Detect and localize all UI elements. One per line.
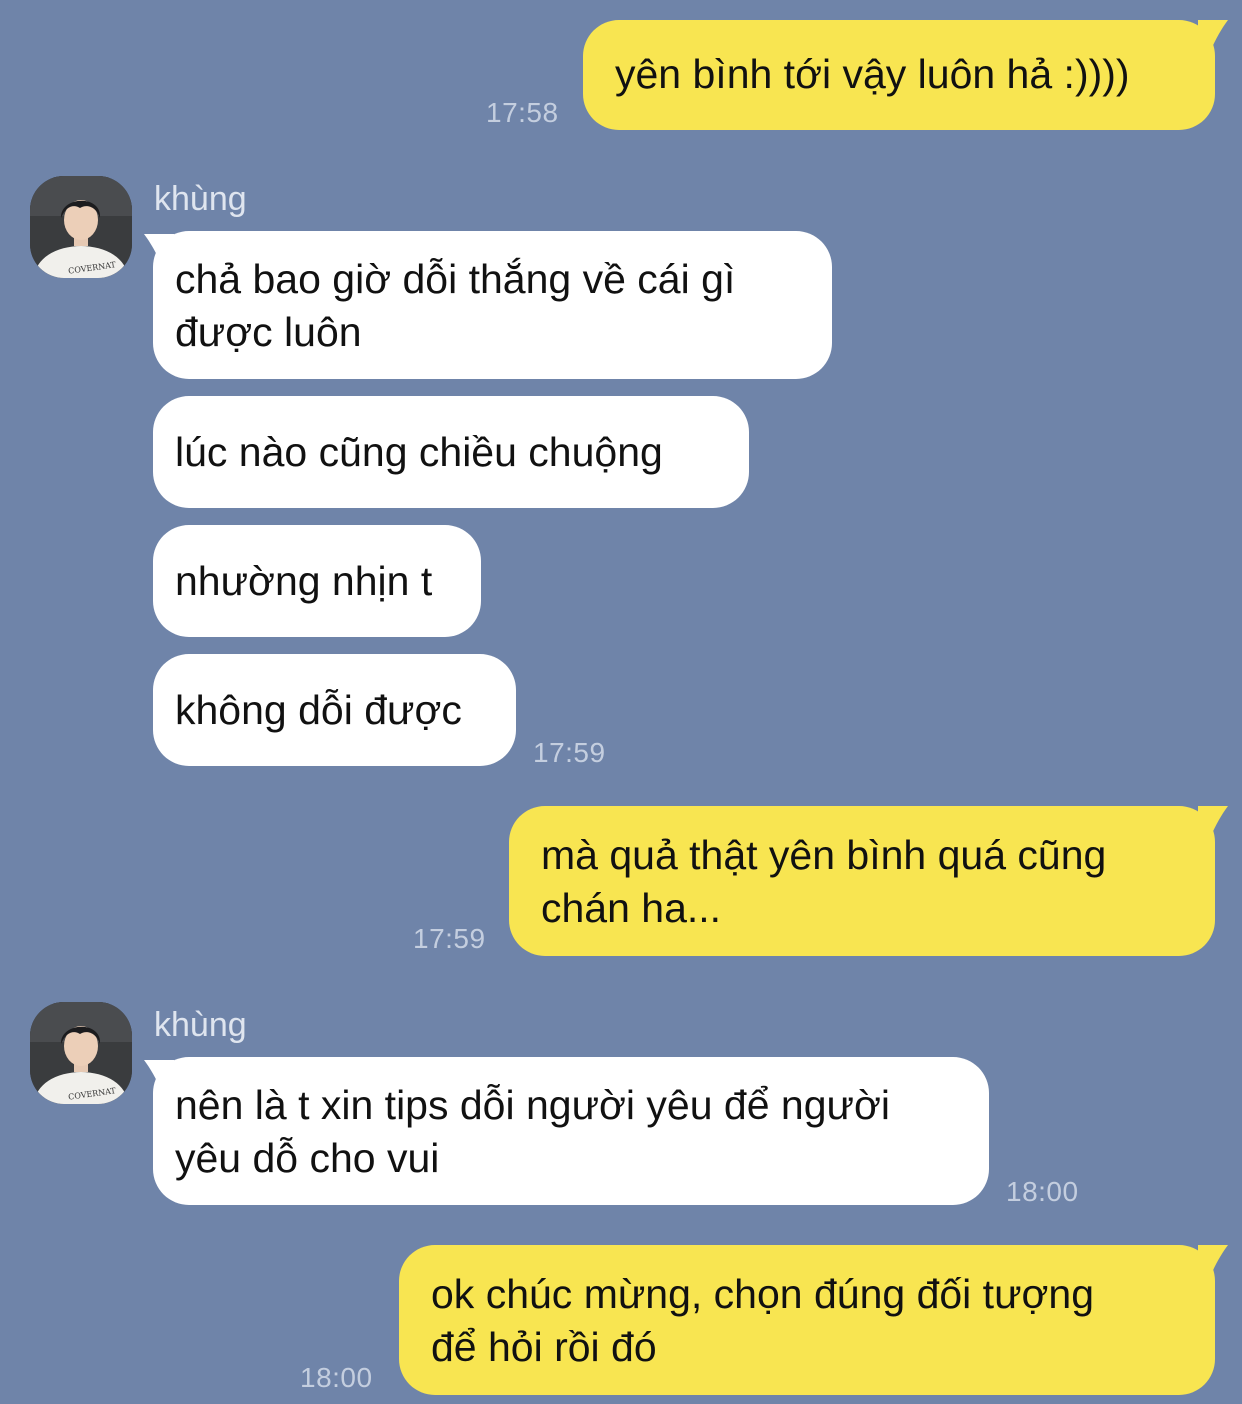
message-text: chán ha... — [541, 885, 722, 931]
message-text: yên bình tới vậy luôn hả :)))) — [615, 51, 1130, 97]
message-timestamp: 17:58 — [486, 97, 559, 128]
bubble-tail — [1198, 1245, 1228, 1277]
bubble-tail — [1198, 806, 1228, 838]
message-bubble-incoming[interactable]: chả bao giờ dỗi thắng về cái gì được luô… — [153, 231, 832, 379]
message-text: chả bao giờ dỗi thắng về cái gì — [175, 256, 736, 302]
message-text: không dỗi được — [175, 687, 462, 733]
message-text: được luôn — [175, 309, 362, 355]
sender-name: khùng — [154, 1006, 247, 1044]
sender-name: khùng — [154, 180, 247, 218]
message-text: nên là t xin tips dỗi người yêu để người — [175, 1082, 890, 1128]
chat-thread[interactable]: yên bình tới vậy luôn hả :)))) 17:58 COV… — [0, 0, 1242, 1404]
bubble-tail — [1198, 20, 1228, 52]
message-bubble-incoming[interactable]: lúc nào cũng chiều chuộng — [153, 396, 749, 508]
message-bubble-incoming[interactable]: nên là t xin tips dỗi người yêu để người… — [153, 1057, 989, 1205]
message-bubble-incoming[interactable]: nhường nhịn t — [153, 525, 481, 637]
message-text: lúc nào cũng chiều chuộng — [175, 429, 663, 475]
contact-avatar[interactable]: COVERNAT — [30, 1002, 132, 1104]
message-bubble-outgoing[interactable]: mà quả thật yên bình quá cũng chán ha... — [509, 806, 1215, 956]
message-timestamp: 18:00 — [1006, 1176, 1079, 1207]
message-bubble-incoming[interactable]: không dỗi được — [153, 654, 516, 766]
message-text: để hỏi rồi đó — [431, 1324, 657, 1370]
message-text: yêu dỗ cho vui — [175, 1135, 440, 1181]
message-bubble-outgoing[interactable]: yên bình tới vậy luôn hả :)))) — [583, 20, 1215, 130]
message-bubble-outgoing[interactable]: ok chúc mừng, chọn đúng đối tượng để hỏi… — [399, 1245, 1215, 1395]
message-timestamp: 17:59 — [413, 923, 486, 954]
message-text: mà quả thật yên bình quá cũng — [541, 832, 1107, 878]
bubble-tail — [144, 1060, 174, 1092]
message-text: ok chúc mừng, chọn đúng đối tượng — [431, 1271, 1095, 1317]
message-timestamp: 17:59 — [533, 737, 606, 768]
bubble-tail — [144, 234, 174, 266]
message-timestamp: 18:00 — [300, 1362, 373, 1393]
message-text: nhường nhịn t — [175, 558, 433, 604]
contact-avatar[interactable]: COVERNAT — [30, 176, 132, 278]
